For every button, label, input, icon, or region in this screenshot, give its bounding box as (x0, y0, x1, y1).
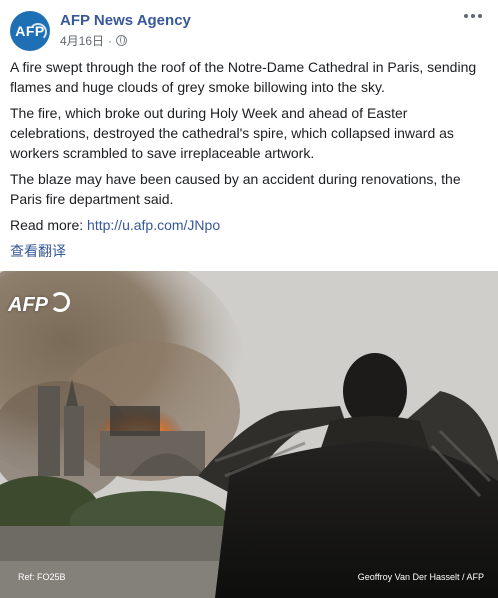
avatar-logo-icon (29, 23, 47, 41)
post-header: AFP AFP News Agency 4月16日 · (10, 10, 488, 52)
post-paragraph: The fire, which broke out during Holy We… (10, 105, 454, 161)
page-avatar[interactable]: AFP (10, 11, 50, 51)
read-more-line: Read more: http://u.afp.com/JNpo (10, 215, 488, 235)
post-paragraph: The blaze may have been caused by an acc… (10, 171, 461, 207)
photo-ref: Ref: FO25B (18, 572, 66, 582)
notre-dame-fire-photo (0, 271, 498, 598)
globe-icon[interactable] (116, 35, 128, 46)
see-translation-link[interactable]: 查看翻译 (10, 241, 488, 261)
post-meta: 4月16日 · (60, 32, 128, 49)
post-text: A fire swept through the roof of the Not… (10, 57, 488, 261)
more-options-icon[interactable] (464, 14, 482, 18)
watermark-text: AFP (8, 294, 48, 316)
afp-watermark: AFP (8, 292, 70, 317)
page-name-link[interactable]: AFP News Agency (60, 12, 191, 29)
post-paragraph: A fire swept through the roof of the Not… (10, 59, 477, 95)
post-photo[interactable]: AFP Ref: FO25B Geoffroy Van Der Hasselt … (0, 271, 498, 598)
read-more-label: Read more: (10, 217, 84, 233)
photo-credit: Geoffroy Van Der Hasselt / AFP (357, 572, 484, 582)
meta-separator: · (108, 33, 113, 48)
afp-logo-icon (50, 292, 70, 312)
post-date[interactable]: 4月16日 (60, 32, 104, 49)
read-more-link[interactable]: http://u.afp.com/JNpo (87, 217, 220, 233)
